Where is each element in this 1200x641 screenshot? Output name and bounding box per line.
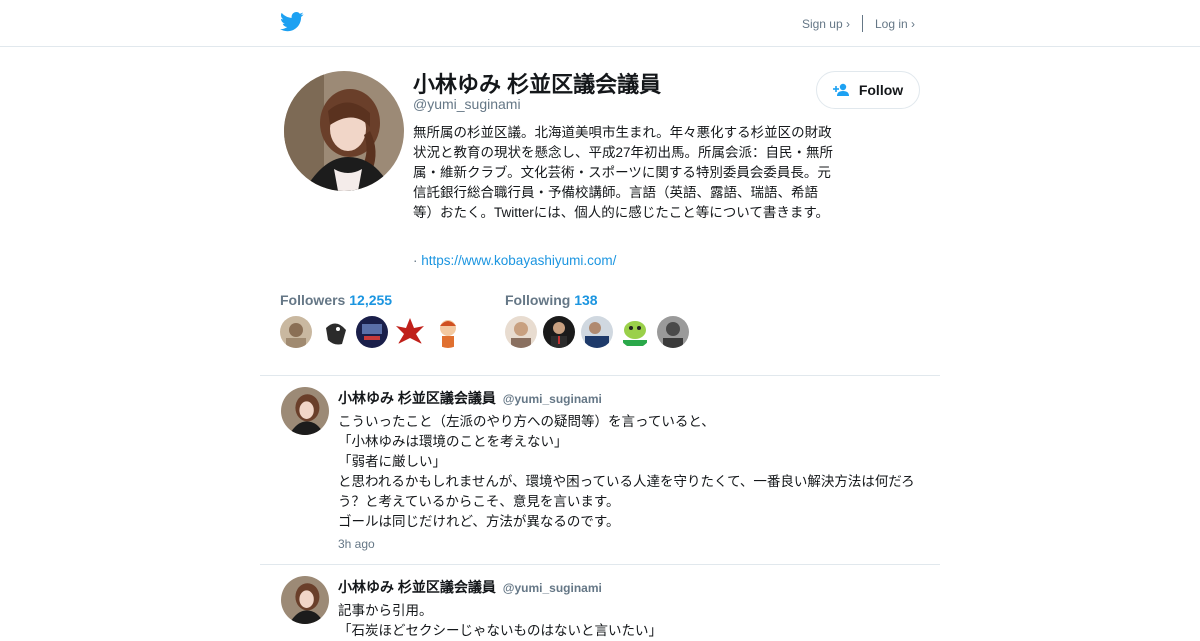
signup-link[interactable]: Sign up › — [802, 17, 850, 31]
tweet-text: こういったこと（左派のやり方への疑問等）を言っていると、 「小林ゆみは環境のこと… — [338, 412, 930, 532]
following-group[interactable]: Following 138 — [505, 292, 695, 348]
tweet-header: 小林ゆみ 杉並区議会議員 @yumi_suginami — [338, 577, 602, 597]
profile-bio: 無所属の杉並区議。北海道美唄市生まれ。年々悪化する杉並区の財政状況と教育の現状を… — [413, 125, 834, 220]
following-avatar[interactable] — [505, 316, 537, 348]
profile-url: · https://www.kobayashiyumi.com/ — [413, 253, 616, 268]
tweet-line: ゴールは同じだけれど、方法が異なるのです。 — [338, 514, 620, 529]
following-avatar[interactable] — [543, 316, 575, 348]
auth-divider — [861, 15, 863, 32]
tweet-timestamp[interactable]: 3h ago — [338, 537, 375, 551]
following-avatar[interactable] — [581, 316, 613, 348]
auth-links: Sign up › Log in › — [802, 15, 915, 32]
follower-avatar[interactable] — [432, 316, 464, 348]
tweet-line: 記事から引用。 — [338, 603, 433, 618]
twitter-bird-icon[interactable] — [280, 11, 304, 33]
profile-avatar[interactable] — [284, 71, 404, 191]
following-stat[interactable]: Following 138 — [505, 292, 695, 308]
follow-button[interactable]: Follow — [816, 71, 920, 109]
following-count: 138 — [574, 292, 598, 308]
tweet-header: 小林ゆみ 杉並区議会議員 @yumi_suginami — [338, 388, 602, 408]
followers-stat[interactable]: Followers 12,255 — [280, 292, 470, 308]
profile-name: 小林ゆみ 杉並区議会議員 — [413, 72, 662, 97]
profile-handle: @yumi_suginami — [413, 96, 521, 112]
followers-label: Followers — [280, 292, 346, 308]
following-avatar[interactable] — [619, 316, 651, 348]
tweet-author-handle[interactable]: @yumi_suginami — [503, 392, 602, 406]
tweet-line: 「石炭ほどセクシーじゃないものはないと言いたい」 — [338, 623, 662, 638]
following-avatar[interactable] — [657, 316, 689, 348]
tweet-author-handle[interactable]: @yumi_suginami — [503, 581, 602, 595]
follower-avatar[interactable] — [356, 316, 388, 348]
following-label: Following — [505, 292, 571, 308]
tweet-avatar[interactable] — [281, 576, 329, 624]
profile-stats: Followers 12,255 Following 138 — [280, 292, 730, 348]
following-avatars — [505, 316, 695, 348]
tweet-line: 「弱者に厳しい」 — [338, 454, 446, 469]
tweet-item[interactable]: 小林ゆみ 杉並区議会議員 @yumi_suginami こういったこと（左派のや… — [260, 376, 940, 564]
add-user-icon — [832, 83, 849, 96]
tweet-author-name[interactable]: 小林ゆみ 杉並区議会議員 — [338, 579, 496, 595]
tweet-line: 「小林ゆみは環境のことを考えない」 — [338, 434, 568, 449]
follower-avatar[interactable] — [318, 316, 350, 348]
follower-avatar[interactable] — [280, 316, 312, 348]
tweet-line: こういったこと（左派のやり方への疑問等）を言っていると、 — [338, 414, 715, 429]
follower-avatar[interactable] — [394, 316, 426, 348]
tweet-text: 記事から引用。 「石炭ほどセクシーじゃないものはないと言いたい」 — [338, 601, 930, 641]
tweet-item[interactable]: 小林ゆみ 杉並区議会議員 @yumi_suginami 記事から引用。 「石炭ほ… — [260, 565, 940, 638]
login-link[interactable]: Log in › — [875, 17, 915, 31]
top-bar: Sign up › Log in › — [0, 0, 1200, 47]
follower-avatars — [280, 316, 470, 348]
tweet-author-name[interactable]: 小林ゆみ 杉並区議会議員 — [338, 390, 496, 406]
follow-label: Follow — [858, 82, 904, 98]
followers-count: 12,255 — [349, 292, 393, 308]
followers-group[interactable]: Followers 12,255 — [280, 292, 470, 348]
tweet-avatar[interactable] — [281, 387, 329, 435]
url-prefix: · — [413, 253, 418, 268]
website-link[interactable]: https://www.kobayashiyumi.com/ — [421, 253, 616, 268]
tweet-line: と思われるかもしれませんが、環境や困っている人達を守りたくて、一番良い解決方法は… — [338, 474, 915, 509]
